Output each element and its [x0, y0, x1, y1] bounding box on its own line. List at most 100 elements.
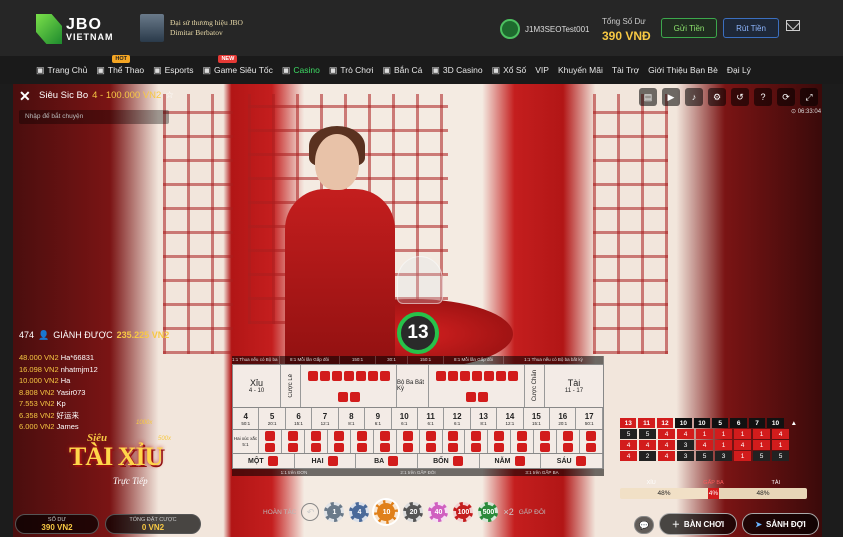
bet-pair[interactable]	[328, 430, 351, 453]
user-profile[interactable]: J1M3SEOTest001	[500, 19, 589, 39]
bet-sum-15[interactable]: 15 15:1	[524, 408, 551, 429]
bet-pair[interactable]	[534, 430, 558, 453]
bet-sum-17[interactable]: 17 50:1	[576, 408, 603, 429]
undo-icon[interactable]: ↶	[301, 503, 320, 521]
bet-single-3[interactable]: BA	[356, 454, 419, 468]
nav-item-esports[interactable]: ▣ Esports	[153, 65, 193, 76]
video-icon[interactable]: ▶	[662, 88, 680, 106]
favorite-star-icon[interactable]: ☆	[165, 90, 174, 101]
close-icon[interactable]: ✕	[19, 88, 31, 105]
nav-item-xo-so[interactable]: ▣ Xổ Số	[492, 65, 527, 76]
collapse-up-icon[interactable]: ▲	[786, 418, 802, 428]
lobby-button-label: SẢNH ĐỢI	[765, 519, 806, 529]
lobby-button[interactable]: ➤ SẢNH ĐỢI	[742, 513, 819, 535]
odds-top-label: 1:1 Thua nếu có Bộ ba bất kỳ	[504, 356, 604, 364]
chip-20[interactable]: 20	[403, 502, 424, 522]
nav-item-casino[interactable]: ▣ Casino	[282, 65, 320, 76]
nav-item-dai-ly[interactable]: Đại Lý	[727, 65, 751, 75]
withdraw-button[interactable]: Rút Tiền	[723, 18, 779, 38]
chat-bubble-icon[interactable]: 💬	[634, 516, 654, 534]
history-icon[interactable]: ↺	[731, 88, 749, 106]
nav-item-vip[interactable]: VIP	[535, 65, 549, 75]
bet-pair[interactable]	[488, 430, 512, 453]
bet-sum-14[interactable]: 14 12:1	[497, 408, 524, 429]
nav-label: Tài Trợ	[611, 65, 640, 75]
deposit-button[interactable]: Gửi Tiền	[661, 18, 717, 38]
sum-odds: 6:1	[453, 420, 461, 426]
bet-triples-left[interactable]	[301, 365, 397, 407]
bet-odd[interactable]: Cược Lẻ	[281, 365, 301, 407]
chip-4[interactable]: 4	[349, 502, 370, 522]
nav-item-game-sieu-toc[interactable]: ▣ Game Siêu Tốc NEW	[202, 54, 273, 76]
bet-pair[interactable]	[465, 430, 489, 453]
bet-sum-10[interactable]: 10 6:1	[392, 408, 418, 429]
bet-pair[interactable]	[580, 430, 604, 453]
bet-any-triple[interactable]: Bộ Ba Bất Kỳ	[397, 365, 429, 407]
bet-sum-16[interactable]: 16 20:1	[550, 408, 577, 429]
bet-pair[interactable]	[511, 430, 535, 453]
bet-pair[interactable]	[420, 430, 443, 453]
bet-sum-6[interactable]: 6 15:1	[286, 408, 313, 429]
nav-item-ban-ca[interactable]: ▣ Bắn Cá	[383, 65, 423, 76]
bet-pair[interactable]	[374, 430, 397, 453]
bet-sum-4[interactable]: 4 50:1	[233, 408, 260, 429]
sum-odds: 15:1	[294, 420, 303, 426]
bet-tai[interactable]: Tài 11 - 17	[545, 365, 603, 407]
mail-icon[interactable]	[786, 20, 800, 31]
nav-item-gioi-thieu-ban-be[interactable]: Giới Thiệu Bạn Bè	[648, 65, 718, 75]
help-icon[interactable]: ?	[754, 88, 772, 106]
bet-pair[interactable]	[557, 430, 581, 453]
settings-gear-icon[interactable]: ⚙	[708, 88, 726, 106]
pair-bets-row: Hai xúc xắc 5:1	[232, 430, 604, 454]
chat-toggle-icon[interactable]: ▤	[639, 88, 657, 106]
nav-item-trang-chu[interactable]: ▣ Trang Chủ	[36, 65, 87, 76]
chip-10[interactable]: 10	[374, 500, 399, 524]
sum-odds: 50:1	[584, 420, 594, 426]
bet-sum-7[interactable]: 7 12:1	[312, 408, 339, 429]
bet-sum-12[interactable]: 12 6:1	[444, 408, 471, 429]
chip-1[interactable]: 1	[324, 502, 345, 522]
bet-sum-5[interactable]: 5 20:1	[259, 408, 286, 429]
sound-icon[interactable]: ♪	[685, 88, 703, 106]
winner-row: 8.808 VN2 Yasir073	[19, 387, 98, 399]
chip-40[interactable]: 40	[428, 502, 449, 522]
winner-name: Ha*66831	[60, 353, 95, 362]
double-icon[interactable]: ×2	[503, 507, 513, 517]
bet-sum-8[interactable]: 8 8:1	[339, 408, 366, 429]
nav-item-tai-tro[interactable]: Tài Trợ	[612, 65, 639, 75]
bet-single-5[interactable]: NĂM	[480, 454, 542, 468]
bet-sum-11[interactable]: 11 6:1	[418, 408, 445, 429]
dice-icon	[575, 456, 586, 466]
bet-single-4[interactable]: BỐN	[418, 454, 480, 468]
chat-input[interactable]: Nhập để bắt chuyện	[19, 110, 169, 124]
tables-button[interactable]: ＋ BÀN CHƠI	[659, 513, 737, 535]
bet-single-6[interactable]: SÁU	[541, 454, 604, 468]
bet-xiu[interactable]: Xỉu 4 - 10	[233, 365, 281, 407]
jbo-logo[interactable]: JBO VIETNAM	[36, 14, 114, 44]
nav-item-tro-choi[interactable]: ▣ Trò Chơi	[329, 65, 374, 76]
chip-100[interactable]: 100	[453, 502, 474, 522]
betting-board: 1:1 Thua nếu có Bộ ba bất kỳ8:1 Mỗi lần …	[232, 356, 604, 484]
bet-pair[interactable]	[282, 430, 305, 453]
dice-icon	[356, 442, 367, 452]
bet-sum-13[interactable]: 13 8:1	[471, 408, 498, 429]
nav-item-the-thao[interactable]: ▣ Thể Thao HOT	[96, 54, 144, 76]
bet-pair[interactable]	[305, 430, 328, 453]
bet-pair[interactable]	[351, 430, 374, 453]
fullscreen-icon[interactable]: ⤢	[800, 88, 818, 106]
bet-single-1[interactable]: MỘT	[233, 454, 295, 468]
double-label: GẤP ĐÔI	[518, 508, 546, 516]
bet-even[interactable]: Cược Chẵn	[525, 365, 545, 407]
bet-triples-right[interactable]	[429, 365, 525, 407]
chip-500[interactable]: 500	[478, 502, 499, 522]
nav-item-3d-casino[interactable]: ▣ 3D Casino	[431, 65, 482, 76]
refresh-icon[interactable]: ⟳	[777, 88, 795, 106]
bet-pair[interactable]	[443, 430, 466, 453]
nav-item-khuyen-mai[interactable]: Khuyến Mãi	[558, 65, 603, 75]
ambassador-banner[interactable]: Đại sứ thương hiệu JBO Dimitar Berbatov	[140, 14, 243, 42]
bet-single-2[interactable]: HAI	[295, 454, 357, 468]
bet-pair[interactable]	[397, 430, 420, 453]
bet-pair[interactable]	[259, 430, 282, 453]
bet-sum-9[interactable]: 9 6:1	[365, 408, 392, 429]
username: J1M3SEOTest001	[525, 24, 590, 34]
